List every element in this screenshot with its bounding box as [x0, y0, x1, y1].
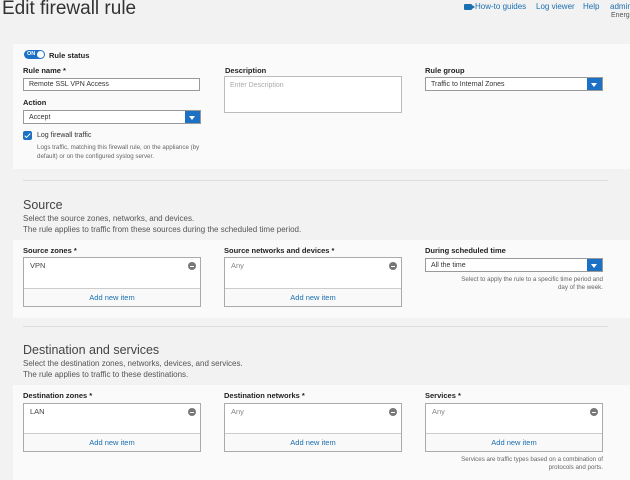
howto-link[interactable]: How-to guides — [464, 2, 526, 11]
list-item: Any — [231, 407, 244, 416]
description-label: Description — [225, 66, 267, 75]
destination-desc-2: The rule applies to traffic to these des… — [23, 370, 189, 379]
schedule-label: During scheduled time — [425, 246, 506, 255]
log-traffic-help-1: Logs traffic, matching this firewall rul… — [37, 144, 200, 151]
services-help-2: protocols and ports. — [548, 464, 603, 471]
rule-name-label: Rule name * — [23, 66, 66, 75]
source-zones-label: Source zones * — [23, 246, 77, 255]
description-textarea[interactable]: Enter Description — [224, 76, 402, 113]
rule-name-input[interactable]: Remote SSL VPN Access — [23, 78, 200, 91]
rule-group-select[interactable]: Traffic to Internal Zones — [425, 77, 603, 91]
source-desc-2: The rule applies to traffic from these s… — [23, 225, 302, 234]
source-networks-list[interactable]: Any Add new item — [224, 257, 402, 307]
action-label: Action — [23, 98, 47, 107]
rule-group-label: Rule group — [425, 66, 465, 75]
services-list[interactable]: Any Add new item — [425, 403, 603, 452]
list-item: VPN — [30, 261, 46, 270]
services-label: Services * — [425, 391, 461, 400]
list-item: LAN — [30, 407, 45, 416]
chevron-down-icon[interactable] — [185, 111, 200, 123]
source-title: Source — [23, 198, 63, 212]
rule-status-toggle[interactable]: ON — [24, 50, 45, 59]
divider — [23, 180, 608, 181]
log-traffic-help-2: default) or on the configured syslog ser… — [37, 153, 154, 160]
chevron-down-icon[interactable] — [587, 259, 602, 271]
action-select[interactable]: Accept — [23, 110, 201, 124]
add-destination-network-button[interactable]: Add new item — [225, 433, 401, 451]
help-link[interactable]: Help — [583, 2, 599, 11]
divider — [23, 326, 608, 327]
remove-icon[interactable] — [389, 262, 397, 270]
remove-icon[interactable] — [188, 408, 196, 416]
chevron-down-icon[interactable] — [587, 78, 602, 90]
user-menu[interactable]: admin — [610, 2, 630, 11]
add-source-network-button[interactable]: Add new item — [225, 288, 401, 306]
source-networks-label: Source networks and devices * — [224, 246, 335, 255]
list-item: Any — [432, 407, 445, 416]
remove-icon[interactable] — [188, 262, 196, 270]
destination-desc-1: Select the destination zones, networks, … — [23, 359, 243, 368]
video-camera-icon — [464, 4, 475, 10]
remove-icon[interactable] — [389, 408, 397, 416]
source-zones-list[interactable]: VPN Add new item — [23, 257, 201, 307]
destination-title: Destination and services — [23, 343, 160, 357]
org-name: Energ — [611, 12, 630, 19]
destination-zones-list[interactable]: LAN Add new item — [23, 403, 201, 452]
schedule-help-2: day of the week. — [557, 284, 603, 291]
log-traffic-label: Log firewall traffic — [37, 132, 92, 139]
add-service-button[interactable]: Add new item — [426, 433, 602, 451]
destination-networks-list[interactable]: Any Add new item — [224, 403, 402, 452]
log-viewer-link[interactable]: Log viewer — [536, 2, 575, 11]
schedule-select[interactable]: All the time — [425, 258, 603, 272]
page-title: Edit firewall rule — [2, 0, 137, 19]
log-traffic-checkbox[interactable] — [23, 131, 32, 140]
add-source-zone-button[interactable]: Add new item — [24, 288, 200, 306]
rule-status-label: Rule status — [49, 51, 90, 60]
source-desc-1: Select the source zones, networks, and d… — [23, 214, 195, 223]
list-item: Any — [231, 261, 244, 270]
destination-networks-label: Destination networks * — [224, 391, 305, 400]
destination-zones-label: Destination zones * — [23, 391, 93, 400]
add-destination-zone-button[interactable]: Add new item — [24, 433, 200, 451]
remove-icon[interactable] — [590, 408, 598, 416]
